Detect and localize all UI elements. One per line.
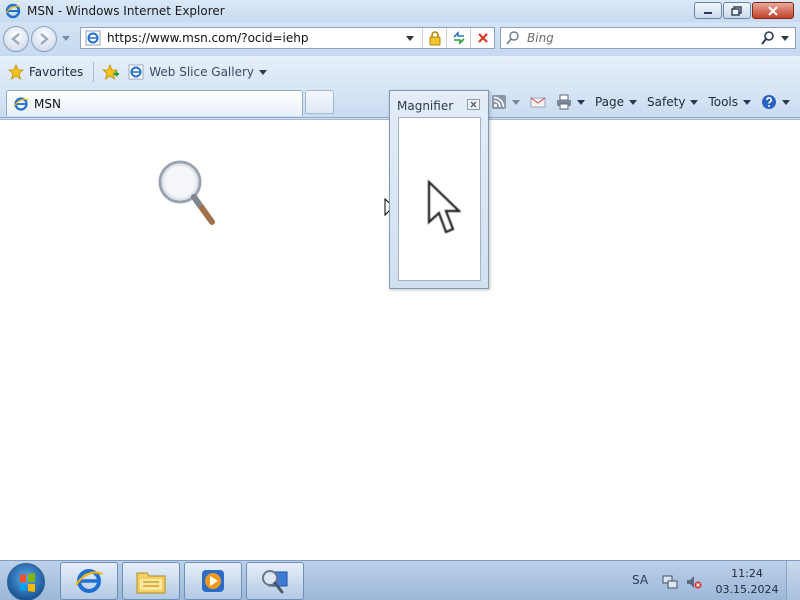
refresh-icon <box>452 31 465 45</box>
favorites-label: Favorites <box>29 65 84 79</box>
ie-icon <box>75 569 103 593</box>
lock-icon <box>429 31 440 46</box>
close-button[interactable] <box>752 2 794 19</box>
stop-button[interactable] <box>470 28 494 48</box>
explorer-icon <box>136 572 166 594</box>
safety-menu[interactable]: Safety <box>647 95 699 109</box>
ie-page-icon <box>128 64 144 80</box>
chevron-down-icon <box>576 99 585 105</box>
page-ie-icon <box>85 30 101 46</box>
chevron-down-icon <box>511 99 520 105</box>
tools-menu[interactable]: Tools <box>708 95 751 109</box>
magnifier-view <box>398 117 481 281</box>
back-button[interactable] <box>3 26 29 52</box>
window-title: MSN - Windows Internet Explorer <box>27 4 225 18</box>
show-desktop-button[interactable] <box>786 561 800 600</box>
page-menu[interactable]: Page <box>594 95 638 109</box>
search-button[interactable] <box>760 30 789 46</box>
add-to-favorites-bar-button[interactable] <box>102 64 120 80</box>
read-mail-button[interactable] <box>530 94 546 110</box>
magnifier-lens-icon <box>158 160 215 225</box>
star-icon <box>8 64 24 80</box>
print-button[interactable] <box>556 94 585 110</box>
add-favorites-icon <box>102 64 120 80</box>
search-icon <box>761 31 774 45</box>
network-icon[interactable] <box>662 574 678 590</box>
tab-msn[interactable]: MSN <box>6 90 303 116</box>
feeds-button[interactable] <box>491 94 520 110</box>
address-url[interactable]: https://www.msn.com/?ocid=iehp <box>107 31 398 45</box>
stop-icon <box>477 33 488 43</box>
magnified-cursor-icon <box>427 180 461 234</box>
web-slice-gallery-link[interactable]: Web Slice Gallery <box>128 64 268 80</box>
favorites-bar: Favorites Web Slice Gallery <box>0 56 800 88</box>
chevron-down-icon <box>690 99 699 105</box>
chevron-down-icon <box>259 69 268 75</box>
forward-button[interactable] <box>31 26 57 52</box>
language-indicator[interactable]: SA <box>632 573 648 587</box>
recent-pages-dropdown[interactable] <box>62 36 70 41</box>
chevron-down-icon <box>406 35 414 41</box>
minimize-button[interactable] <box>694 2 722 19</box>
back-icon <box>11 33 20 45</box>
tools-menu-label: Tools <box>708 95 738 109</box>
search-input[interactable]: Bing <box>527 31 760 45</box>
magnifier-close-button[interactable] <box>467 99 480 110</box>
page-menu-label: Page <box>594 95 625 109</box>
volume-muted-icon[interactable] <box>686 574 702 590</box>
chevron-down-icon <box>743 99 751 105</box>
clock-date: 03.15.2024 <box>715 583 779 596</box>
taskbar: SA 11:24 03.15.2024 <box>0 560 800 600</box>
title-bar: MSN - Windows Internet Explorer <box>0 0 800 22</box>
maximize-button[interactable] <box>723 2 751 19</box>
clock[interactable]: 11:24 03.15.2024 <box>712 566 782 598</box>
magnifier-icon <box>262 570 288 594</box>
rss-icon <box>491 95 506 109</box>
command-bar: Page Safety Tools <box>481 90 790 114</box>
forward-icon <box>40 33 49 45</box>
taskbar-media-player-button[interactable] <box>184 562 242 600</box>
address-bar[interactable]: https://www.msn.com/?ocid=iehp <box>80 27 495 49</box>
favorites-button[interactable]: Favorites <box>8 64 83 80</box>
magnifier-window[interactable]: Magnifier <box>389 90 489 289</box>
close-icon <box>470 101 477 108</box>
ie-icon <box>13 96 29 111</box>
start-button[interactable] <box>7 563 45 600</box>
help-icon <box>762 95 776 109</box>
ie-icon <box>5 3 21 19</box>
taskbar-magnifier-button[interactable] <box>246 562 304 600</box>
windows-logo-icon <box>20 573 35 592</box>
clock-time: 11:24 <box>731 567 763 580</box>
divider <box>93 62 95 82</box>
search-options-chevron-icon <box>781 35 789 41</box>
navigation-bar: https://www.msn.com/?ocid=iehp Bing <box>0 22 800 56</box>
chevron-down-icon <box>782 99 790 105</box>
taskbar-explorer-button[interactable] <box>122 562 180 600</box>
taskbar-ie-button[interactable] <box>60 562 118 600</box>
search-provider-icon <box>506 31 519 45</box>
refresh-button[interactable] <box>446 28 470 48</box>
web-slice-label: Web Slice Gallery <box>149 65 255 79</box>
help-menu[interactable] <box>761 94 790 110</box>
media-player-icon <box>202 570 224 592</box>
magnifier-title: Magnifier <box>397 99 454 113</box>
safety-menu-label: Safety <box>647 95 686 109</box>
address-dropdown[interactable] <box>398 28 422 48</box>
mail-icon <box>530 97 546 108</box>
print-icon <box>556 94 571 110</box>
chevron-down-icon <box>629 99 638 105</box>
new-tab-button[interactable] <box>305 90 334 114</box>
security-lock[interactable] <box>422 28 446 48</box>
search-box[interactable]: Bing <box>500 27 796 49</box>
tab-label: MSN <box>34 96 61 111</box>
